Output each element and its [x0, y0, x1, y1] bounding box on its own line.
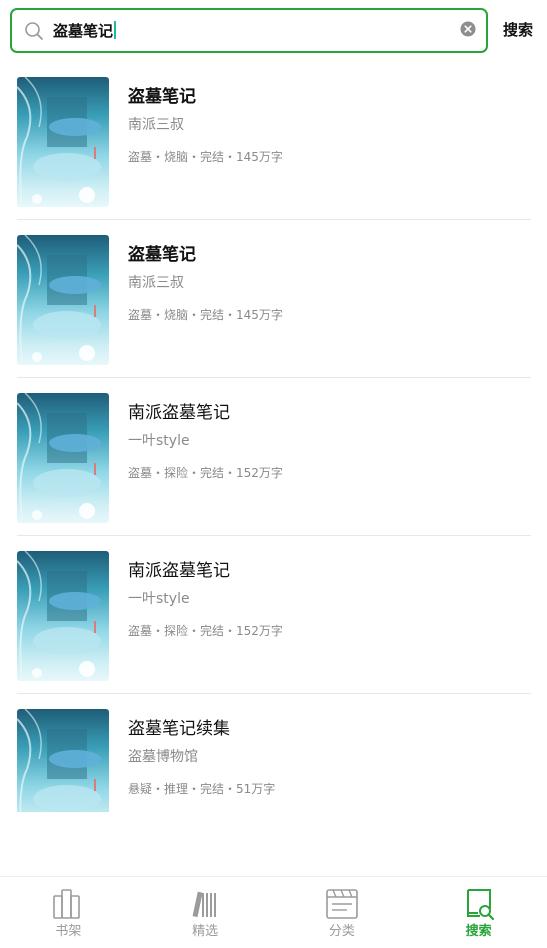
nav-label: 搜索 — [465, 924, 492, 939]
book-cover[interactable] — [17, 551, 109, 681]
book-title[interactable]: 南派盗墓笔记 — [128, 401, 230, 425]
featured-icon — [192, 891, 217, 918]
book-meta: 悬疑・推理・完结・51万字 — [128, 782, 276, 796]
book-meta: 盗墓・烧脑・完结・145万字 — [128, 308, 283, 322]
bookshelf-icon — [53, 889, 81, 919]
book-title[interactable]: 南派盗墓笔记 — [128, 559, 230, 583]
nav-item-bookshelf[interactable]: 书架 — [0, 877, 137, 948]
category-icon — [326, 889, 358, 919]
clear-icon[interactable] — [460, 21, 476, 37]
nav-label: 分类 — [328, 924, 355, 939]
book-cover[interactable] — [17, 235, 109, 365]
book-meta: 盗墓・探险・完结・152万字 — [128, 466, 283, 480]
book-cover[interactable] — [17, 709, 109, 812]
list-item[interactable]: 盗墓笔记南派三叔盗墓・烧脑・完结・145万字 — [0, 220, 547, 378]
list-item[interactable]: 南派盗墓笔记一叶style 盗墓・探险・完结・152万字 — [0, 536, 547, 694]
book-title[interactable]: 盗墓笔记 — [128, 243, 196, 267]
book-cover[interactable] — [17, 393, 109, 523]
book-author: 一叶style — [128, 591, 190, 607]
search-book-icon — [466, 889, 494, 921]
result-list[interactable]: 盗墓笔记 南派三叔 盗墓・烧脑・完结・145万字 盗墓笔记 南派三叔 盗墓・烧脑・完结・1… — [0, 62, 547, 812]
book-cover[interactable] — [17, 77, 109, 207]
list-item[interactable]: 盗墓笔记续集盗墓博物馆悬疑・推理・完结・51万字 — [0, 694, 547, 812]
book-title[interactable]: 盗墓笔记 — [128, 85, 196, 109]
search-icon — [25, 22, 43, 40]
nav-item-category[interactable]: 分类 — [274, 877, 411, 948]
book-meta: 盗墓・探险・完结・152万字 — [128, 624, 283, 638]
list-item[interactable]: 南派盗墓笔记一叶style 盗墓・探险・完结・152万字 — [0, 378, 547, 536]
book-author: 南派三叔 — [128, 275, 184, 291]
search-input[interactable]: 盗墓笔记 — [53, 21, 117, 41]
book-meta: 盗墓・烧脑・完结・145万字 — [128, 150, 283, 164]
nav-label: 精选 — [192, 924, 219, 939]
nav-label: 书架 — [55, 924, 82, 939]
nav-item-featured[interactable]: 精选 — [137, 877, 274, 948]
book-title[interactable]: 盗墓笔记续集 — [128, 717, 230, 741]
bottom-nav: 书架 精选 分类 搜索 — [0, 876, 547, 948]
list-item[interactable]: 盗墓笔记南派三叔盗墓・烧脑・完结・145万字 — [0, 62, 547, 220]
text-caret — [114, 21, 117, 39]
search-bar[interactable]: 盗墓笔记 — [10, 8, 488, 53]
search-query: 盗墓笔记 — [53, 22, 114, 40]
book-author: 南派三叔 — [128, 117, 184, 133]
nav-item-search[interactable]: 搜索 — [410, 877, 547, 948]
book-author: 一叶style — [128, 433, 190, 449]
book-author: 盗墓博物馆 — [128, 749, 198, 765]
search-button[interactable]: 搜索 — [503, 20, 533, 40]
